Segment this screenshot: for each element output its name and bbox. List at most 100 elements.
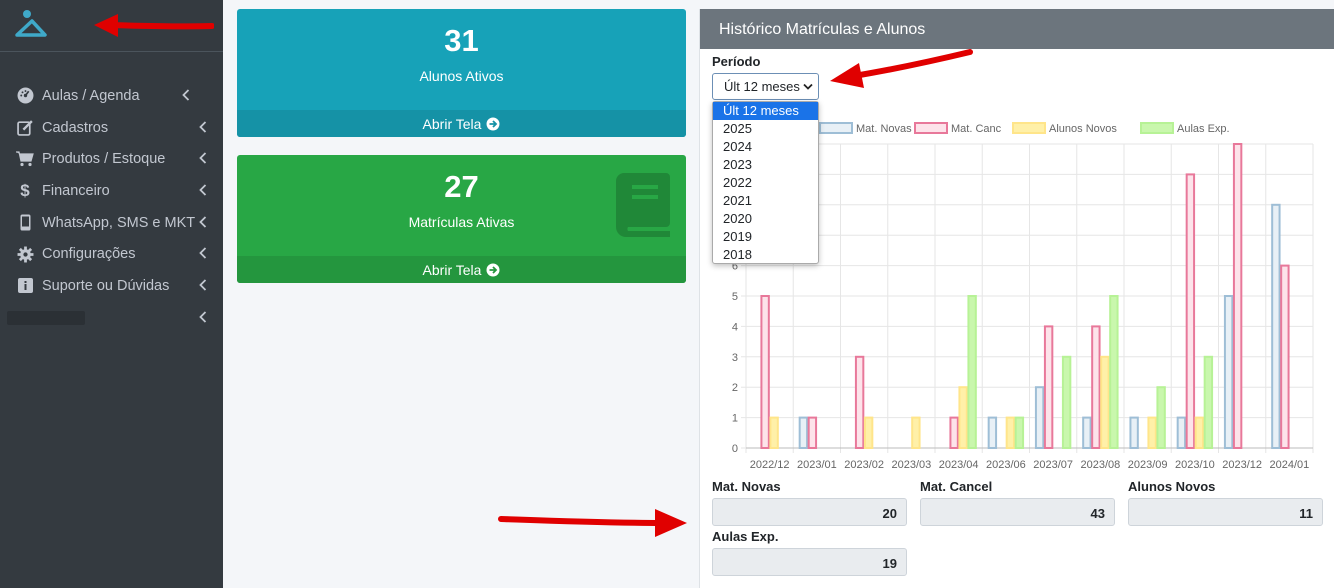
card-value: 31 <box>444 23 479 58</box>
chevron-left-icon <box>199 184 207 196</box>
chart-bar <box>1194 416 1205 450</box>
periodo-selected-value: Últ 12 meses <box>724 79 800 94</box>
x-tick-label: 2023/04 <box>939 459 979 471</box>
chevron-left-icon <box>199 152 207 165</box>
card-open-link[interactable]: Abrir Tela <box>237 256 686 283</box>
sidebar-item-label: Cadastros <box>42 119 109 136</box>
legend-label: Alunos Novos <box>1049 123 1117 135</box>
dashboard-icon <box>15 87 35 105</box>
chart-bar <box>949 416 959 450</box>
sidebar-item-produtos-estoque[interactable]: Produtos / Estoque <box>0 143 223 175</box>
y-tick-label: 3 <box>732 352 738 364</box>
chart-bar <box>987 416 998 450</box>
stat-value: 19 <box>712 548 907 576</box>
x-tick-label: 2022/12 <box>750 459 790 471</box>
y-tick-label: 2 <box>732 382 738 394</box>
sidebar-item-label: Suporte ou Dúvidas <box>42 277 170 294</box>
sidebar-item-financeiro[interactable]: $ Financeiro <box>0 175 223 207</box>
chevron-left-icon <box>199 311 207 323</box>
legend-label: Aulas Exp. <box>1177 123 1230 135</box>
sidebar-item-label: WhatsApp, SMS e MKT <box>42 214 196 231</box>
sidebar-item-label: Financeiro <box>42 182 110 199</box>
chevron-left-icon <box>199 279 207 291</box>
cart-icon <box>15 150 35 168</box>
card-label: Alunos Ativos <box>419 68 504 84</box>
dropdown-option[interactable]: 2022 <box>713 174 818 192</box>
card-matriculas-ativas: 27 Matrículas Ativas Abrir Tela <box>237 155 686 283</box>
panel-title: Histórico Matrículas e Alunos <box>700 9 1334 49</box>
dropdown-option[interactable]: 2019 <box>713 228 818 246</box>
stat-label: Mat. Novas <box>712 479 781 494</box>
arrow-circle-right-icon <box>486 263 500 276</box>
stat-value: 11 <box>1128 498 1323 526</box>
chart-bar <box>1014 416 1025 450</box>
card-link-label: Abrir Tela <box>422 115 482 132</box>
sidebar: Aulas / Agenda Cadastros Produtos / Esto… <box>0 0 223 588</box>
chart-bar <box>967 295 977 449</box>
chart-bar <box>1185 173 1196 450</box>
chart-bar <box>863 416 874 450</box>
y-tick-label: 4 <box>732 321 738 333</box>
chart-bar <box>1223 295 1234 449</box>
history-panel: Histórico Matrículas e Alunos Período Úl… <box>699 9 1334 588</box>
chart-bar <box>1271 203 1281 449</box>
redacted-label <box>7 310 85 325</box>
chart-bar <box>911 416 921 450</box>
card-link-label: Abrir Tela <box>422 261 482 278</box>
sidebar-item-label: Produtos / Estoque <box>42 151 166 168</box>
chart-bar <box>760 295 770 449</box>
chart-bar <box>1082 416 1092 450</box>
mobile-icon <box>15 214 35 232</box>
stat-mat-novas: Mat. Novas 20 <box>712 479 907 526</box>
periodo-label: Período <box>712 54 761 69</box>
card-alunos-ativos: 31 Alunos Ativos Abrir Tela <box>237 9 686 137</box>
x-tick-label: 2023/08 <box>1080 459 1120 471</box>
dropdown-option[interactable]: 2023 <box>713 156 818 174</box>
chart-bar <box>1043 325 1054 449</box>
chart-bar <box>854 355 865 449</box>
y-tick-label: 1 <box>732 413 738 425</box>
sidebar-item-whatsapp-sms-mkt[interactable]: WhatsApp, SMS e MKT <box>0 207 223 239</box>
info-icon <box>15 277 35 295</box>
dropdown-option[interactable]: 2021 <box>713 192 818 210</box>
stat-label: Alunos Novos <box>1128 479 1216 494</box>
chart-bar <box>807 416 818 450</box>
periodo-select[interactable]: Últ 12 meses <box>712 73 819 100</box>
sidebar-item-configuracoes[interactable]: Configurações <box>0 238 223 270</box>
chevron-down-icon <box>803 83 813 90</box>
x-tick-label: 2023/10 <box>1175 459 1215 471</box>
stat-value: 20 <box>712 498 907 526</box>
chart-bar <box>1100 355 1110 449</box>
chart-bar <box>1129 416 1139 450</box>
card-open-link[interactable]: Abrir Tela <box>237 110 686 137</box>
stat-label: Aulas Exp. <box>712 529 779 544</box>
dropdown-option[interactable]: Últ 12 meses <box>713 102 818 120</box>
x-tick-label: 2023/09 <box>1128 459 1168 471</box>
legend-label: Mat. Novas <box>856 123 912 135</box>
sidebar-item-label: Aulas / Agenda <box>42 87 140 104</box>
dropdown-option[interactable]: 2025 <box>713 120 818 138</box>
sidebar-nav: Aulas / Agenda Cadastros Produtos / Esto… <box>0 80 223 334</box>
x-tick-label: 2023/03 <box>891 459 931 471</box>
sidebar-item-suporte-duvidas[interactable]: Suporte ou Dúvidas <box>0 270 223 302</box>
stat-label: Mat. Cancel <box>920 479 993 494</box>
sidebar-item-redacted[interactable] <box>0 302 223 334</box>
dropdown-option[interactable]: 2020 <box>713 210 818 228</box>
sidebar-item-cadastros[interactable]: Cadastros <box>0 112 223 144</box>
sidebar-item-aulas-agenda[interactable]: Aulas / Agenda <box>0 80 223 112</box>
dropdown-option[interactable]: 2018 <box>713 246 818 264</box>
annotation-arrow-stats <box>498 509 687 537</box>
chart-bar <box>1203 355 1214 449</box>
gear-icon <box>15 245 35 263</box>
legend-swatch <box>819 122 853 134</box>
chart-bar <box>1061 355 1072 449</box>
brand-logo-icon[interactable] <box>14 8 48 42</box>
chevron-left-icon <box>199 121 207 133</box>
legend-label: Mat. Canc <box>951 123 1002 135</box>
dollar-icon: $ <box>20 180 30 200</box>
chevron-left-icon <box>182 89 190 101</box>
x-tick-label: 2023/01 <box>797 459 837 471</box>
stat-alunos-novos: Alunos Novos 11 <box>1128 479 1323 526</box>
dropdown-option[interactable]: 2024 <box>713 138 818 156</box>
edit-icon <box>15 119 35 137</box>
